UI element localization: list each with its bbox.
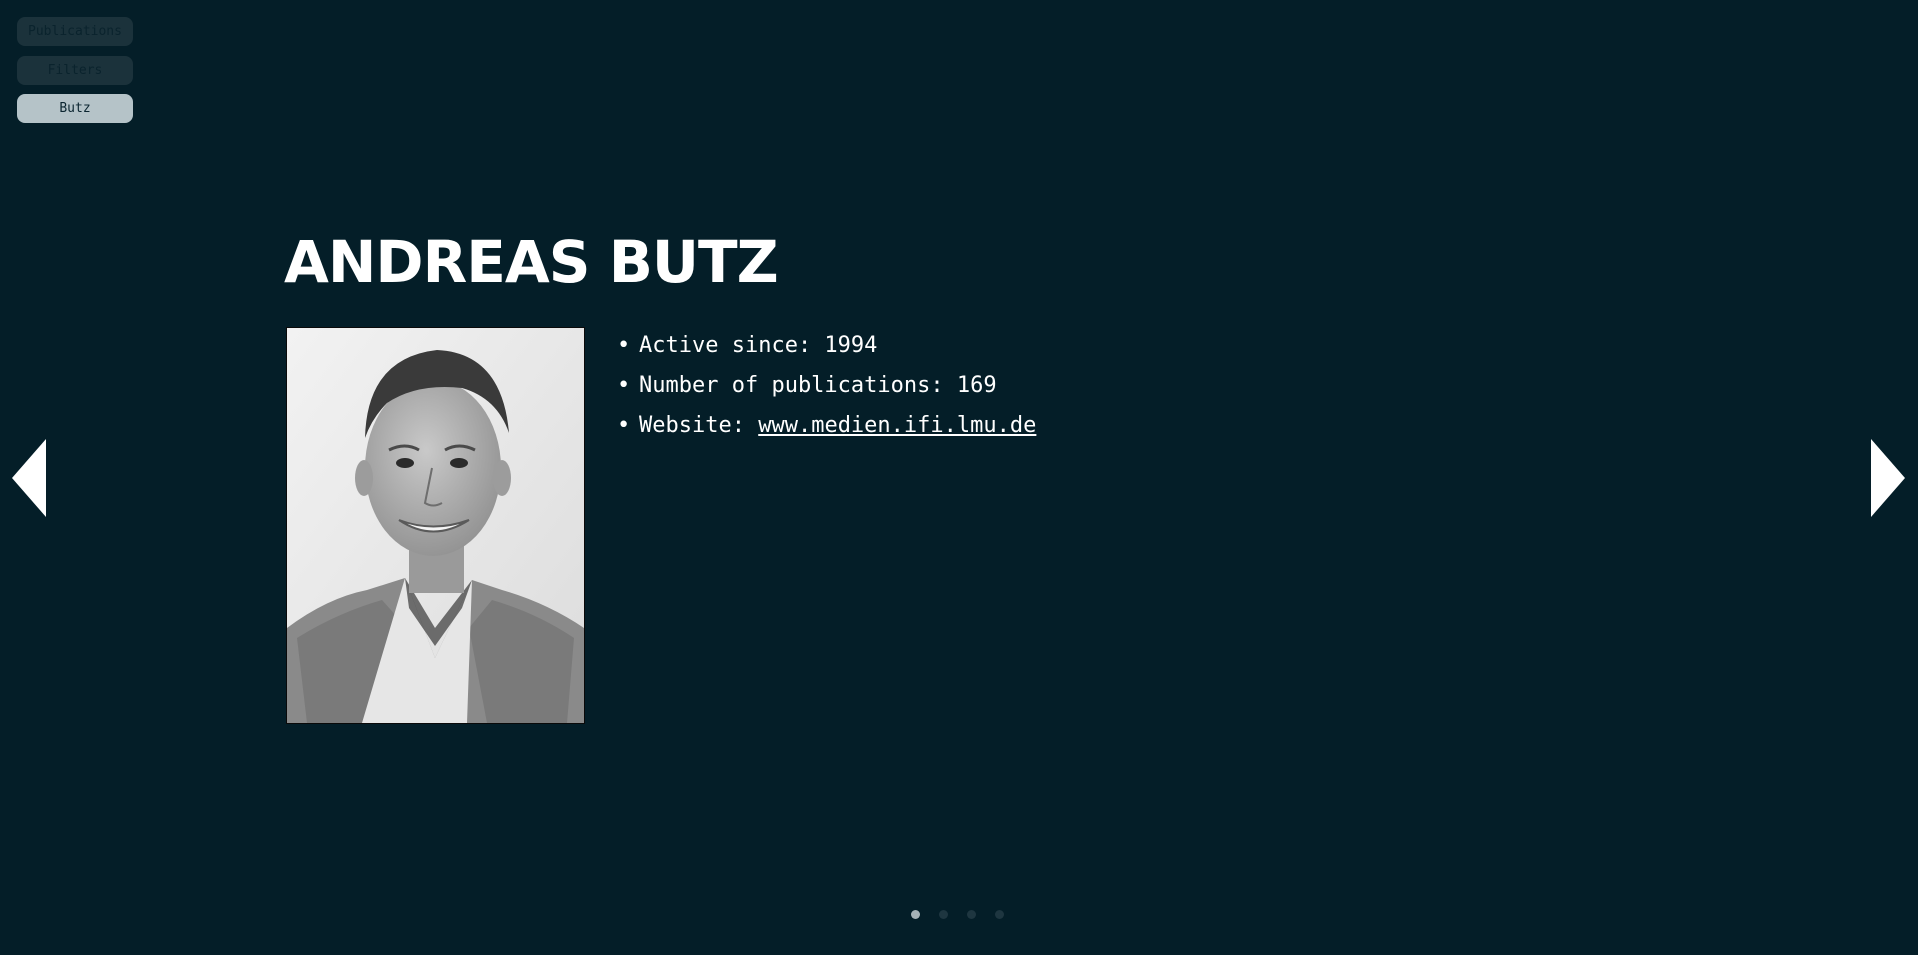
tab-filters[interactable]: Filters: [17, 55, 133, 85]
next-slide-button[interactable]: [1869, 439, 1905, 521]
publication-count-text: Number of publications: 169: [639, 373, 997, 398]
website-link[interactable]: www.medien.ifi.lmu.de: [758, 413, 1036, 438]
page-dot-1[interactable]: [911, 910, 920, 919]
page-dot-4[interactable]: [995, 910, 1004, 919]
list-bullet: •: [617, 413, 631, 438]
active-since-text: Active since: 1994: [639, 333, 878, 358]
page-dot-3[interactable]: [967, 910, 976, 919]
tab-butz[interactable]: Butz: [17, 94, 133, 123]
list-item: • Active since: 1994: [617, 328, 1036, 368]
page-dot-2[interactable]: [939, 910, 948, 919]
list-bullet: •: [617, 333, 631, 358]
list-bullet: •: [617, 373, 631, 398]
triangle-right-icon: [1871, 439, 1905, 517]
view-tabs: Publications Filters Butz: [17, 17, 133, 133]
list-item: • Website: www.medien.ifi.lmu.de: [617, 408, 1036, 448]
tab-publications[interactable]: Publications: [17, 17, 133, 46]
previous-slide-button[interactable]: [12, 439, 48, 521]
website-label: Website:: [639, 413, 759, 438]
profile-details: • Active since: 1994 • Number of publicati…: [617, 328, 1036, 448]
page-title: ANDREAS BUTZ: [284, 228, 779, 296]
triangle-left-icon: [12, 439, 46, 517]
list-item: • Number of publications: 169: [617, 368, 1036, 408]
profile-photo: [286, 327, 585, 724]
